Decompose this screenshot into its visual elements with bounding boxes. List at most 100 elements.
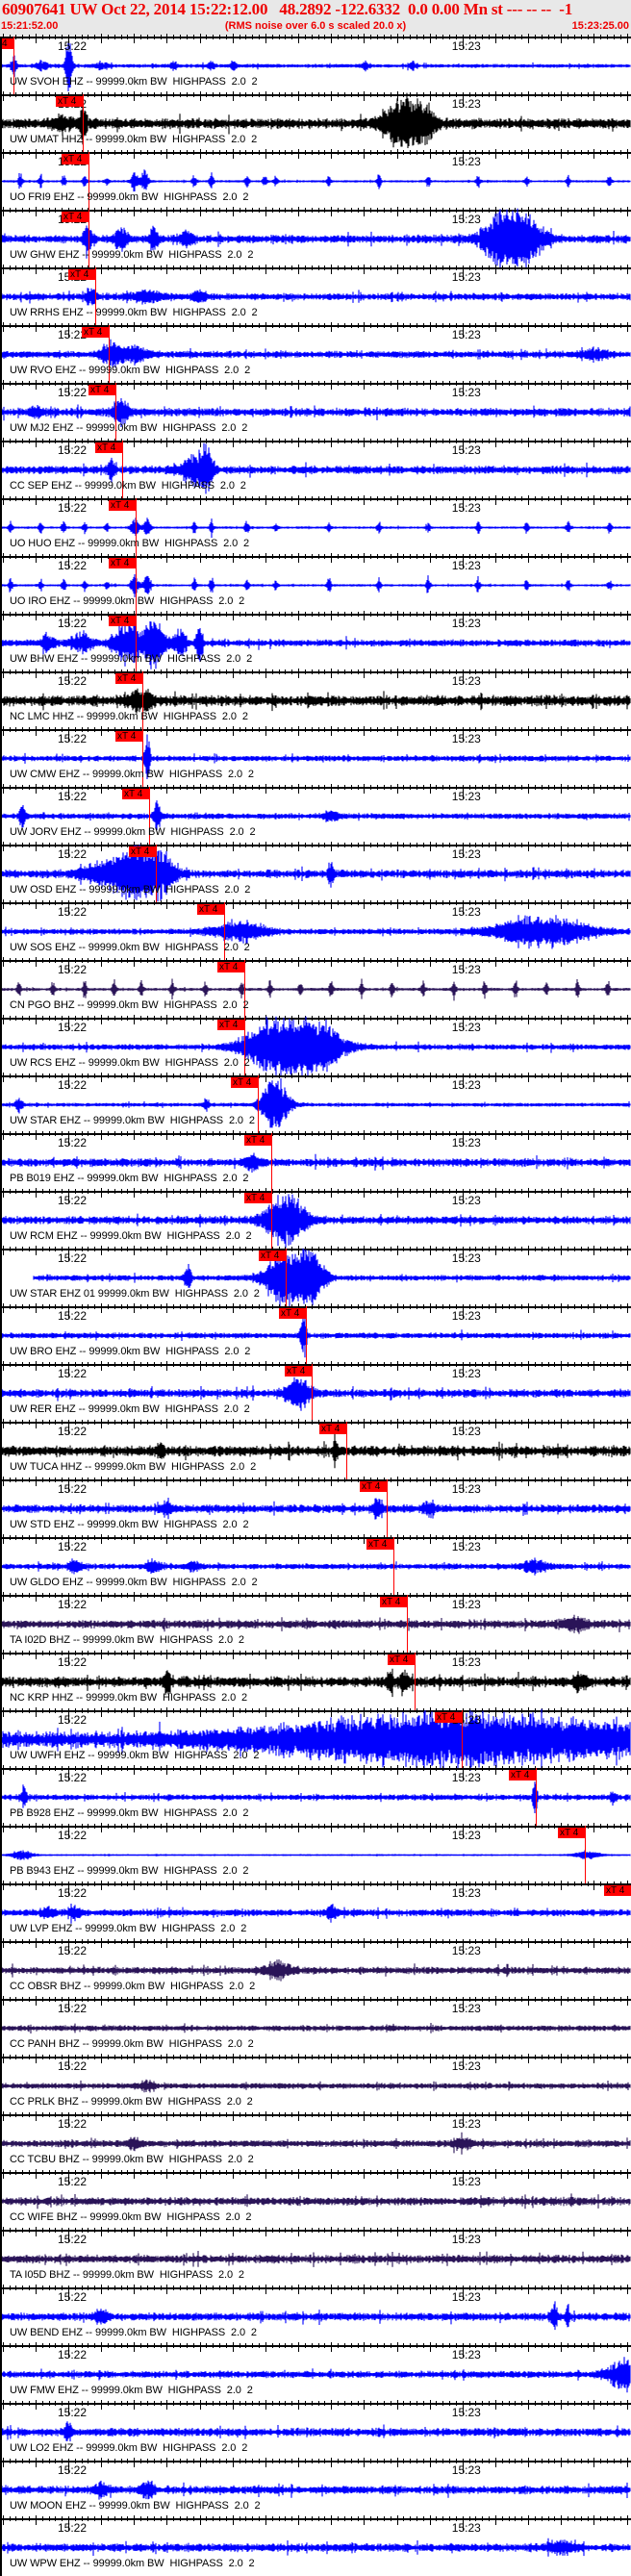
pick-marker[interactable]: xT 4 [197, 904, 224, 915]
pick-marker[interactable]: xT 4 [259, 1250, 286, 1261]
trace-panel[interactable]: 15:22 15:23 xT 4 UO IRO EHZ -- 99999.0km BW… [0, 553, 631, 614]
pick-marker[interactable]: xT 4 [109, 500, 136, 511]
time-tick-label: 15:22 [58, 1021, 88, 1034]
trace-panel[interactable]: 15:22 15:23 xT 4 UW RVO EHZ -- 99999.0km BW… [0, 322, 631, 383]
trace-panel[interactable]: 15:22 15:23 4 UW SVOH EHZ -- 99999.0km BW H… [0, 34, 631, 94]
pick-marker[interactable]: xT 4 [109, 558, 136, 568]
trace-panel[interactable]: 15:22 15:23 xT 4 UW SOS EHZ -- 99999.0km BW… [0, 899, 631, 960]
pick-marker[interactable]: xT 4 [279, 1308, 306, 1319]
trace-panel[interactable]: 15:22 15:23 xT 4 UW UWFH EHZ -- 99999.0km B… [0, 1707, 631, 1771]
station-label: UW STD EHZ -- 99999.0km BW HIGHPASS 2.0 … [10, 1519, 249, 1530]
trace-panel[interactable]: 15:2215:23xT 4UW RRHS EHZ -- 99999.0km B… [0, 265, 631, 325]
trace-panel[interactable]: 15:22 15:23 UW LO2 EHZ -- 99999.0km BW HIG… [0, 2400, 631, 2461]
time-ticks [3, 1996, 628, 2011]
time-tick-label: 15:23 [451, 2406, 481, 2419]
pick-marker[interactable]: xT 4 [244, 1193, 271, 1203]
waveform-trace [0, 2421, 631, 2442]
time-ticks [3, 34, 628, 49]
trace-panel[interactable]: 15:22 15:23 xT 4 PB B928 EHZ -- 99999.0km B… [0, 1765, 631, 1826]
pick-marker[interactable]: xT 4 [62, 154, 88, 164]
pick-line [271, 1133, 272, 1191]
time-ticks [3, 1419, 628, 1434]
trace-panel[interactable]: 15:22 15:23 xT 4 UO HUO EHZ -- 99999.0km BW… [0, 495, 631, 556]
pick-marker[interactable]: xT 4 [366, 1539, 393, 1550]
trace-panel[interactable]: 15:22 15:23 xT 4 UW MJ2 EHZ -- 99999.0km BW… [0, 380, 631, 441]
time-ticks [3, 784, 628, 799]
trace-panel[interactable]: 15:22 15:23 xT 4 UW STAR EHZ -- 99999.0km B… [0, 1073, 631, 1133]
time-tick-label: 15:22 [58, 386, 88, 399]
pick-marker[interactable]: xT 4 [360, 1481, 387, 1492]
pick-marker[interactable]: xT 4 [88, 385, 115, 395]
waveform-trace [0, 2480, 631, 2500]
pick-marker[interactable]: xT 4 [115, 673, 142, 684]
pick-marker[interactable]: xT 4 [62, 212, 88, 222]
trace-panel[interactable]: 15:22 15:23 xT 4 UW OSD EHZ -- 99999.0km BW… [0, 842, 631, 902]
trace-panel[interactable]: 15:2215:23xT 4UW UMAT HHZ -- 99999.0km B… [0, 91, 631, 152]
trace-panel[interactable]: 15:22 15:23 xT 4 PB B943 EHZ -- 99999.0km B… [0, 1823, 631, 1883]
trace-panel[interactable]: 15:22 15:23 CC PANH BHZ -- 99999.0km BW HI… [0, 1996, 631, 2057]
pick-marker[interactable]: xT 4 [319, 1424, 346, 1434]
pick-line [462, 1710, 463, 1768]
time-tick-label: 15:23 [451, 1367, 481, 1380]
trace-panel[interactable]: 15:22 15:23 xT 4 TA I02D BHZ -- 99999.0km B… [0, 1592, 631, 1653]
trace-panel[interactable]: 15:22 15:23 CC TCBU BHZ -- 99999.0km BW HI… [0, 2111, 631, 2172]
time-tick-label: 15:22 [58, 2233, 88, 2246]
trace-panel[interactable]: 15:22 15:23 xT 4 UW TUCA HHZ -- 99999.0km B… [0, 1419, 631, 1479]
pick-marker[interactable]: xT 4 [285, 1366, 312, 1376]
pick-marker[interactable]: xT 4 [435, 1712, 462, 1723]
pick-marker[interactable]: xT 4 [68, 269, 95, 280]
trace-panel[interactable]: 15:22 15:23 TA I05D BHZ -- 99999.0km BW HI… [0, 2227, 631, 2287]
trace-panel[interactable]: 15:22 15:23 xT 4 UW STAR EHZ 01 99999.0km B… [0, 1246, 631, 1309]
pick-marker[interactable]: xT 4 [217, 1020, 244, 1030]
pick-marker[interactable]: xT 4 [388, 1654, 415, 1665]
time-tick-label: 15:22 [58, 2290, 88, 2304]
pick-marker[interactable]: xT 4 [380, 1597, 407, 1607]
trace-panel[interactable]: 15:22 15:23 xT 4 UW LVP EHZ -- 99999.0km BW… [0, 1881, 631, 1941]
trace-panel[interactable]: 15:22 15:23 xT 4 CN PGO BHZ -- 99999.0km BW… [0, 957, 631, 1018]
pick-marker[interactable]: xT 4 [56, 96, 83, 107]
station-label: UW BHW EHZ -- 99999.0km BW HIGHPASS 2.0 … [10, 653, 253, 665]
pick-marker[interactable]: xT 4 [604, 1885, 631, 1896]
pick-marker[interactable]: xT 4 [82, 327, 109, 338]
trace-panel[interactable]: 15:22 15:23 xT 4 NC LMC HHZ -- 99999.0km BW… [0, 669, 631, 729]
trace-panel[interactable]: 15:22 15:23 xT 4 UW GLDO EHZ -- 99999.0km B… [0, 1534, 631, 1595]
trace-panel[interactable]: 15:22 15:23 xT 4 UW RER EHZ -- 99999.0km BW… [0, 1361, 631, 1422]
time-ticks [3, 1073, 628, 1088]
pick-marker[interactable]: xT 4 [509, 1770, 536, 1780]
trace-panel[interactable]: 15:22 15:23 UW WPW EHZ -- 99999.0km BW HIG… [0, 2515, 631, 2576]
trace-panel[interactable]: 15:22 15:23 xT 4 UW RCS EHZ -- 99999.0km BW… [0, 1015, 631, 1077]
trace-panel[interactable]: 15:22 15:23 xT 4 NC KRP HHZ -- 99999.0km BW… [0, 1650, 631, 1710]
pick-marker[interactable]: 4 [0, 38, 13, 49]
pick-marker[interactable]: xT 4 [244, 1135, 271, 1146]
trace-panel[interactable]: 15:22 15:23 CC OBSR BHZ -- 99999.0km BW HI… [0, 1938, 631, 1999]
pick-marker[interactable]: xT 4 [115, 731, 142, 742]
time-tick-label: 15:23 [451, 2348, 481, 2361]
trace-panel[interactable]: 15:22 15:23 xT 4 CC SEP EHZ -- 99999.0km BW… [0, 438, 631, 498]
pick-marker[interactable]: xT 4 [231, 1077, 258, 1088]
trace-panel[interactable]: 15:22 15:23 UW MOON EHZ -- 99999.0km BW HI… [0, 2458, 631, 2518]
trace-panel[interactable]: 15:2215:23xT 4UW GHW EHZ -- 99999.0km BW… [0, 207, 631, 268]
trace-panel[interactable]: 15:22 15:23 xT 4 PB B019 EHZ -- 99999.0km B… [0, 1130, 631, 1191]
pick-marker[interactable]: xT 4 [129, 846, 156, 857]
trace-panel[interactable]: 15:22 15:23 UW BEND EHZ -- 99999.0km BW HI… [0, 2285, 631, 2345]
time-ticks [3, 726, 628, 742]
trace-panel[interactable]: 15:22 15:23 xT 4 UW JORV EHZ -- 99999.0km B… [0, 784, 631, 845]
trace-panel[interactable]: 15:2215:23xT 4UO FRI9 EHZ -- 99999.0km B… [0, 149, 631, 210]
pick-marker[interactable]: xT 4 [109, 616, 136, 626]
time-tick-label: 15:22 [58, 1655, 88, 1669]
pick-marker[interactable]: xT 4 [95, 442, 122, 453]
pick-marker[interactable]: xT 4 [122, 789, 149, 799]
pick-marker[interactable]: xT 4 [217, 962, 244, 972]
trace-panel[interactable]: 15:22 15:23 xT 4 UW BHW EHZ -- 99999.0km BW… [0, 611, 631, 671]
trace-panel[interactable]: 15:22 15:23 UW FMW EHZ -- 99999.0km BW HIG… [0, 2342, 631, 2403]
trace-panel[interactable]: 15:22 15:23 xT 4 UW RCM EHZ -- 99999.0km BW… [0, 1188, 631, 1249]
time-tick-label: 15:22 [58, 2059, 88, 2073]
time-tick-label: 15:23 [451, 674, 481, 688]
trace-panel[interactable]: 15:22 15:23 CC WIFE BHZ -- 99999.0km BW HI… [0, 2169, 631, 2230]
trace-panel[interactable]: 15:22 15:23 xT 4 UW CMW EHZ -- 99999.0km BW… [0, 726, 631, 787]
trace-panel[interactable]: 15:22 15:23 xT 4 UW STD EHZ -- 99999.0km BW… [0, 1477, 631, 1537]
pick-marker[interactable]: xT 4 [558, 1828, 585, 1838]
trace-panel[interactable]: 15:22 15:23 CC PRLK BHZ -- 99999.0km BW HI… [0, 2054, 631, 2114]
time-tick-label: 15:23 [451, 1078, 481, 1092]
trace-panel[interactable]: 15:22 15:23 xT 4 UW BRO EHZ -- 99999.0km BW… [0, 1303, 631, 1364]
